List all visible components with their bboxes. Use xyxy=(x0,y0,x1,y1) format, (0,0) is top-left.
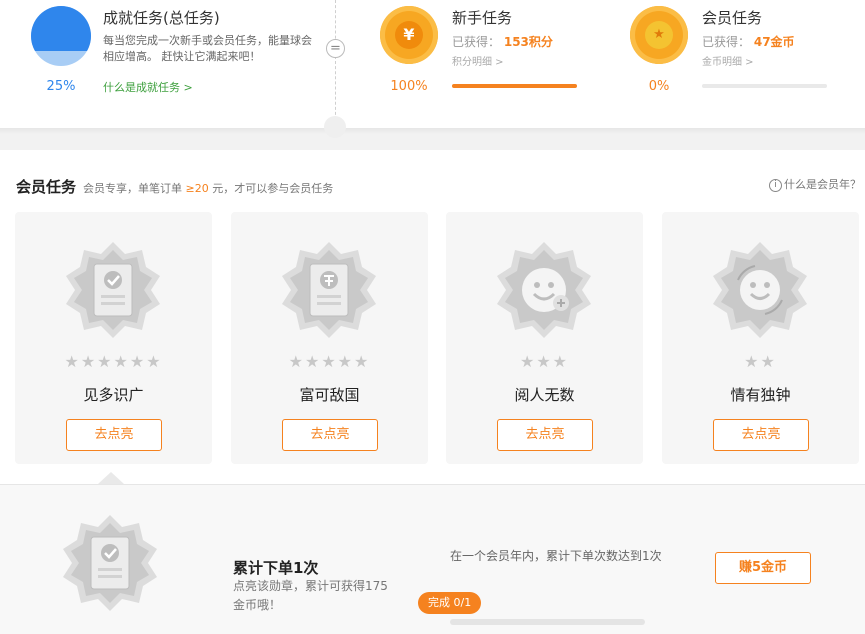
badge-card[interactable]: ★★★★★ 富可敌国 去点亮 xyxy=(231,212,428,464)
divider-notch xyxy=(324,116,346,138)
detail-progress-bar xyxy=(450,619,645,625)
yuan-symbol: ¥ xyxy=(395,21,423,49)
member-year-help-link[interactable]: i 什么是会员年？ xyxy=(769,176,861,192)
yuan-certificate-badge-icon xyxy=(282,242,376,338)
detail-condition: 在一个会员年内，累计下单次数达到1次 xyxy=(450,549,662,563)
note-prefix: 会员专享，单笔订单 xyxy=(83,182,182,195)
progress-tag: 完成 0/1 xyxy=(418,592,482,614)
smile-refresh-badge-icon xyxy=(713,242,807,338)
energy-ball-fill xyxy=(31,6,91,51)
task-summary-panel: 25% 成就任务(总任务) 每当您完成一次新手或会员任务，能量球会相应增高。 赶… xyxy=(0,0,865,128)
star-symbol: ★ xyxy=(645,21,673,49)
newbie-progress-bar xyxy=(452,84,577,88)
detail-title: 累计下单1次 xyxy=(233,559,319,577)
divider xyxy=(335,0,336,120)
badge-name: 阅人无数 xyxy=(514,386,575,404)
member-task-title: 会员任务 xyxy=(702,9,763,27)
check-certificate-badge-icon xyxy=(66,242,160,338)
light-up-button[interactable]: 去点亮 xyxy=(713,419,809,451)
newbie-progress-fill xyxy=(452,84,577,88)
check-certificate-badge-icon xyxy=(63,515,157,611)
light-up-button[interactable]: 去点亮 xyxy=(282,419,378,451)
member-earned-value: 47金币 xyxy=(753,35,795,49)
newbie-earned-label: 已获得： xyxy=(452,35,501,49)
newbie-percent: 100% xyxy=(390,79,428,94)
top-shadow xyxy=(0,128,865,134)
badge-name: 见多识广 xyxy=(83,386,144,404)
newbie-earned: 已获得： 153积分 xyxy=(452,33,553,50)
light-up-button[interactable]: 去点亮 xyxy=(66,419,162,451)
achievement-desc: 每当您完成一次新手或会员任务，能量球会相应增高。 赶快让它满起来吧！ xyxy=(103,34,312,63)
energy-ball xyxy=(31,6,91,66)
newbie-title: 新手任务 xyxy=(452,9,513,27)
note-highlight: ≥20 xyxy=(185,182,209,195)
badge-name: 富可敌国 xyxy=(299,386,360,404)
badge-detail-panel: 累计下单1次 点亮该勋章，累计可获得175金币哦！ 在一个会员年内，累计下单次数… xyxy=(0,484,865,634)
badge-card[interactable]: ★★★★★★ 见多识广 去点亮 xyxy=(15,212,212,464)
achievement-percent: 25% xyxy=(46,79,76,94)
badge-name: 情有独钟 xyxy=(730,386,791,404)
achievement-title: 成就任务(总任务) xyxy=(103,9,220,27)
note-suffix: 元，才可以参与会员任务 xyxy=(212,182,334,195)
detail-desc: 点亮该勋章，累计可获得175金币哦！ xyxy=(233,579,388,612)
section-note: 会员专享，单笔订单 ≥20 元，才可以参与会员任务 xyxy=(83,180,333,196)
member-percent: 0% xyxy=(648,79,670,94)
badge-card[interactable]: ★★ 情有独钟 去点亮 xyxy=(662,212,859,464)
gold-coin-icon: ★ xyxy=(630,6,688,64)
member-progress-bar xyxy=(702,84,827,88)
points-detail-link[interactable]: 积分明细 > xyxy=(452,53,504,68)
star-rating: ★★ xyxy=(744,352,777,371)
achievement-link[interactable]: 什么是成就任务 > xyxy=(103,79,193,95)
equals-icon: = xyxy=(326,39,345,58)
coin-detail-link[interactable]: 金币明细 > xyxy=(702,53,754,68)
section-title: 会员任务 xyxy=(16,178,77,196)
light-up-button[interactable]: 去点亮 xyxy=(497,419,593,451)
info-icon: i xyxy=(769,179,782,192)
member-earned: 已获得： 47金币 xyxy=(702,33,795,50)
star-rating: ★★★★★ xyxy=(288,352,371,371)
badge-card[interactable]: ★★★ 阅人无数 去点亮 xyxy=(446,212,643,464)
smile-plus-badge-icon xyxy=(497,242,591,338)
member-earned-label: 已获得： xyxy=(702,35,751,49)
selected-card-pointer xyxy=(98,472,124,484)
newbie-earned-value: 153积分 xyxy=(503,35,553,49)
help-text: 什么是会员年？ xyxy=(784,178,861,191)
yuan-coin-icon: ¥ xyxy=(380,6,438,64)
earn-coins-button[interactable]: 赚5金币 xyxy=(715,552,811,584)
member-task-section: 会员任务 会员专享，单笔订单 ≥20 元，才可以参与会员任务 i 什么是会员年？ … xyxy=(0,150,865,484)
star-rating: ★★★★★★ xyxy=(64,352,163,371)
star-rating: ★★★ xyxy=(519,352,570,371)
